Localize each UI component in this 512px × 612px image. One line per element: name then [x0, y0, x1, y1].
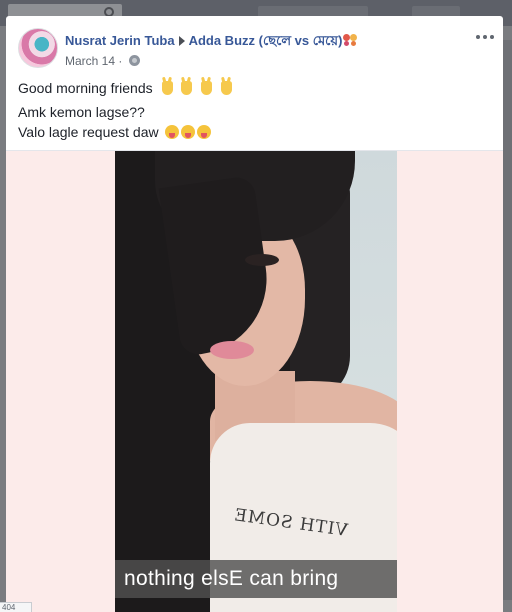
- ellipsis-dot: [483, 35, 487, 39]
- post-text: Good morning friends Amk kemon lagse?? V…: [18, 78, 488, 142]
- post-text-line-2: Amk kemon lagse??: [18, 104, 145, 120]
- couple-icon: [342, 34, 359, 46]
- post-title-line: Nusrat Jerin Tuba Adda Buzz (ছেলে vs মেয়…: [65, 32, 359, 53]
- post-card: Nusrat Jerin Tuba Adda Buzz (ছেলে vs মেয়…: [6, 16, 503, 612]
- dimmed-sidebar: [503, 40, 512, 600]
- victory-hand-icon: [161, 81, 173, 95]
- victory-hand-icon: [221, 81, 233, 95]
- post-text-line: Amk kemon lagse??: [18, 102, 488, 122]
- meta-separator: ·: [118, 54, 123, 68]
- ellipsis-dot: [476, 35, 480, 39]
- post-header: Nusrat Jerin Tuba Adda Buzz (ছেলে vs মেয়…: [6, 16, 503, 76]
- tongue-face-icon: [180, 125, 195, 139]
- post-text-line: Good morning friends: [18, 78, 488, 98]
- post-meta: March 14 ·: [65, 54, 140, 68]
- arrow-right-icon: [178, 36, 185, 46]
- victory-hand-icon: [181, 81, 193, 95]
- author-name-link[interactable]: Nusrat Jerin Tuba: [65, 33, 175, 48]
- globe-icon[interactable]: [128, 55, 140, 66]
- tongue-face-icon: [164, 125, 179, 139]
- post-text-line-1: Good morning friends: [18, 80, 153, 96]
- post-photo[interactable]: VITH SOME: [115, 151, 397, 612]
- post-text-line: Valo lagle request daw: [18, 122, 488, 142]
- photo-eye: [245, 254, 279, 266]
- post-date-link[interactable]: March 14: [65, 54, 115, 68]
- photo-lips: [210, 341, 254, 359]
- more-options-button[interactable]: [470, 28, 500, 46]
- status-bar-url: 404: [0, 602, 32, 612]
- post-photo-area[interactable]: VITH SOME nothing elsE can bring: [6, 150, 503, 612]
- author-avatar[interactable]: [18, 28, 58, 68]
- victory-hand-icon: [201, 81, 213, 95]
- photo-caption: nothing elsE can bring: [124, 567, 339, 590]
- tongue-face-icon: [196, 125, 211, 139]
- ellipsis-dot: [490, 35, 494, 39]
- post-text-line-3: Valo lagle request daw: [18, 124, 159, 140]
- group-name-link[interactable]: Adda Buzz (ছেলে vs মেয়ে): [189, 33, 343, 48]
